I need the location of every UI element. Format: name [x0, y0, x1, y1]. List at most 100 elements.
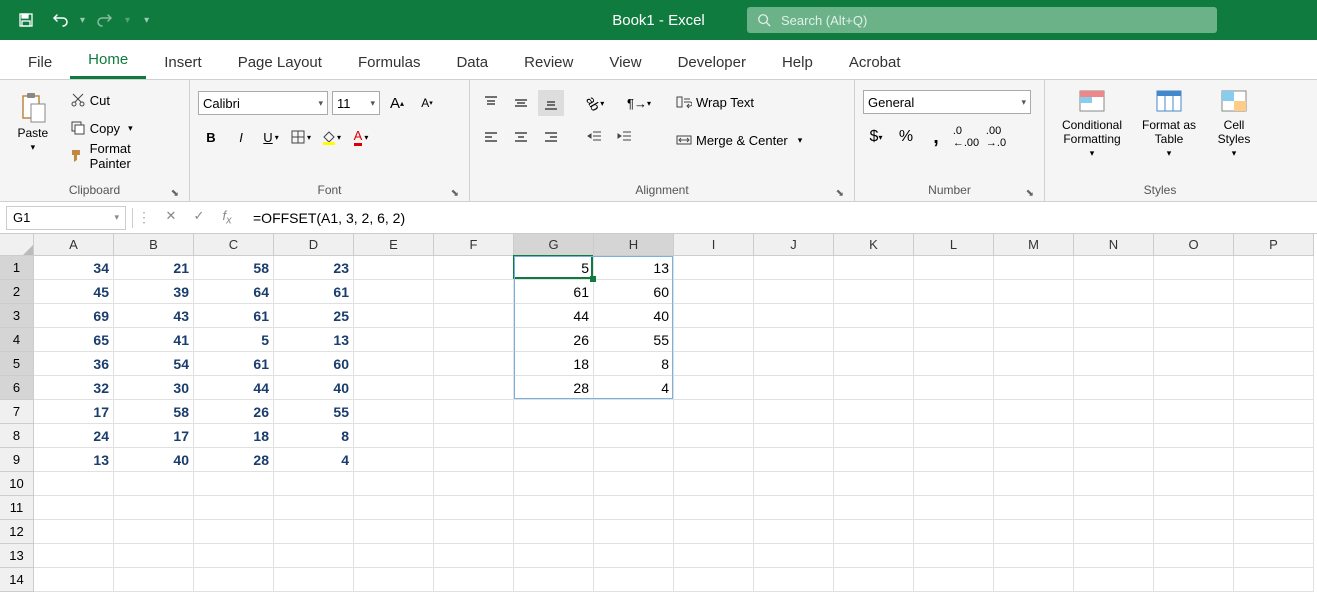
cell[interactable] [514, 520, 594, 544]
cell[interactable] [994, 400, 1074, 424]
cell[interactable] [994, 424, 1074, 448]
cell[interactable] [754, 520, 834, 544]
row-header[interactable]: 5 [0, 352, 34, 376]
cell[interactable]: 34 [34, 256, 114, 280]
cell[interactable]: 25 [274, 304, 354, 328]
cell[interactable] [1154, 352, 1234, 376]
cell[interactable] [1154, 520, 1234, 544]
cell[interactable] [754, 496, 834, 520]
row-header[interactable]: 11 [0, 496, 34, 520]
cell[interactable] [754, 376, 834, 400]
undo-button[interactable] [46, 6, 74, 34]
cell[interactable]: 58 [194, 256, 274, 280]
decrease-font-icon[interactable]: A▾ [414, 90, 440, 116]
cell[interactable] [354, 328, 434, 352]
cell[interactable] [754, 280, 834, 304]
align-left-icon[interactable] [478, 124, 504, 150]
cell[interactable]: 44 [514, 304, 594, 328]
cell[interactable] [434, 520, 514, 544]
cell[interactable]: 26 [514, 328, 594, 352]
cell[interactable]: 41 [114, 328, 194, 352]
cell[interactable] [434, 376, 514, 400]
cell[interactable] [1074, 328, 1154, 352]
cell[interactable]: 40 [114, 448, 194, 472]
tab-page-layout[interactable]: Page Layout [220, 44, 340, 79]
cell[interactable] [1154, 496, 1234, 520]
column-header[interactable]: D [274, 234, 354, 256]
cell[interactable]: 17 [34, 400, 114, 424]
cell[interactable] [994, 256, 1074, 280]
merge-center-button[interactable]: Merge & Center▾ [670, 128, 808, 152]
wrap-text-button[interactable]: Wrap Text [670, 90, 808, 114]
format-as-table-button[interactable]: Format as Table▾ [1137, 84, 1201, 160]
cell[interactable] [674, 520, 754, 544]
cell[interactable] [434, 472, 514, 496]
cell[interactable] [834, 496, 914, 520]
comma-format-icon[interactable]: , [923, 124, 949, 150]
cell[interactable]: 61 [194, 352, 274, 376]
cell[interactable]: 18 [514, 352, 594, 376]
cell[interactable] [194, 544, 274, 568]
cell[interactable] [434, 328, 514, 352]
percent-format-icon[interactable]: % [893, 124, 919, 150]
cell[interactable] [594, 520, 674, 544]
cell[interactable]: 32 [34, 376, 114, 400]
cell[interactable] [674, 328, 754, 352]
cell[interactable]: 21 [114, 256, 194, 280]
cell[interactable]: 18 [194, 424, 274, 448]
cell[interactable] [914, 256, 994, 280]
cell[interactable]: 54 [114, 352, 194, 376]
cell[interactable]: 4 [274, 448, 354, 472]
cell[interactable]: 65 [34, 328, 114, 352]
align-top-icon[interactable] [478, 90, 504, 116]
cell[interactable] [34, 496, 114, 520]
cell[interactable] [674, 424, 754, 448]
cell[interactable] [1234, 352, 1314, 376]
search-box[interactable]: Search (Alt+Q) [747, 7, 1217, 33]
cell[interactable] [994, 352, 1074, 376]
column-header[interactable]: A [34, 234, 114, 256]
cell[interactable] [1234, 400, 1314, 424]
cell[interactable] [994, 496, 1074, 520]
cell[interactable] [674, 544, 754, 568]
row-header[interactable]: 10 [0, 472, 34, 496]
insert-function-button[interactable]: fx [217, 208, 237, 227]
cell[interactable]: 28 [194, 448, 274, 472]
column-header[interactable]: B [114, 234, 194, 256]
row-header[interactable]: 6 [0, 376, 34, 400]
cell[interactable] [674, 304, 754, 328]
format-painter-button[interactable]: Format Painter [64, 144, 181, 168]
borders-button[interactable]: ▾ [288, 124, 314, 150]
cell[interactable] [354, 400, 434, 424]
cell[interactable] [674, 472, 754, 496]
column-header[interactable]: I [674, 234, 754, 256]
cell[interactable] [914, 328, 994, 352]
cell[interactable] [434, 448, 514, 472]
cell[interactable] [834, 376, 914, 400]
cell[interactable] [1154, 280, 1234, 304]
row-header[interactable]: 12 [0, 520, 34, 544]
cell[interactable]: 5 [194, 328, 274, 352]
cell[interactable] [674, 400, 754, 424]
cell[interactable] [434, 568, 514, 592]
cell[interactable]: 28 [514, 376, 594, 400]
cell[interactable] [914, 304, 994, 328]
accounting-format-icon[interactable]: $▾ [863, 124, 889, 150]
tab-developer[interactable]: Developer [660, 44, 764, 79]
underline-button[interactable]: U▾ [258, 124, 284, 150]
decrease-indent-icon[interactable] [582, 124, 608, 150]
cell[interactable] [354, 568, 434, 592]
cell[interactable]: 4 [594, 376, 674, 400]
cell[interactable]: 44 [194, 376, 274, 400]
cell[interactable] [1074, 304, 1154, 328]
cell[interactable] [1074, 256, 1154, 280]
cell[interactable]: 40 [274, 376, 354, 400]
qat-customize-icon[interactable]: ▾ [144, 15, 149, 26]
cell[interactable]: 17 [114, 424, 194, 448]
cell[interactable] [754, 544, 834, 568]
cell[interactable] [1234, 328, 1314, 352]
cell[interactable] [434, 256, 514, 280]
cell[interactable] [354, 304, 434, 328]
cell[interactable]: 8 [594, 352, 674, 376]
cell[interactable] [1234, 520, 1314, 544]
